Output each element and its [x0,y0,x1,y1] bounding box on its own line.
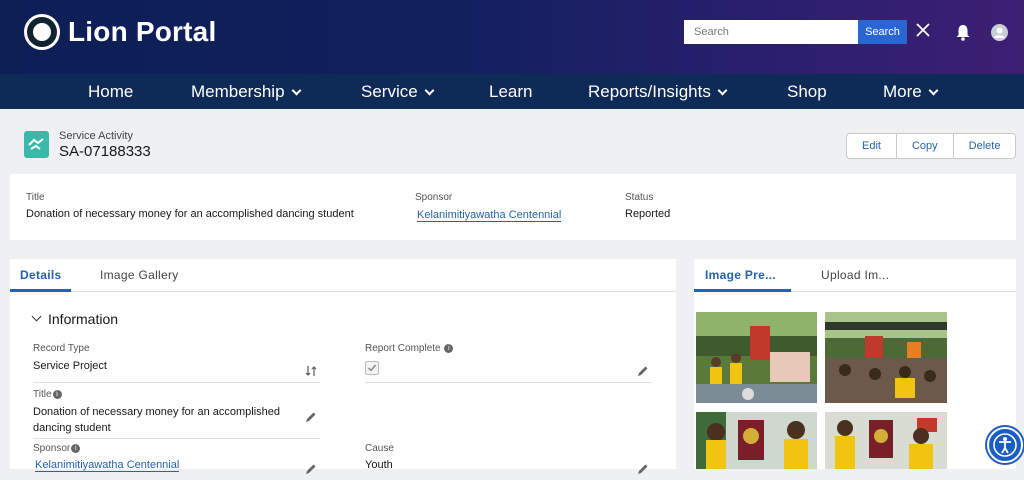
cause-label: Cause [365,443,394,454]
field-divider [33,382,320,383]
gallery-image[interactable] [825,312,947,403]
chevron-down-icon [928,85,939,96]
sponsor-label: Sponsor i [33,443,81,454]
highlight-sponsor-link[interactable]: Kelanimitiyawatha Centennial [417,209,562,222]
active-tab-indicator [10,289,71,292]
brand-title[interactable]: Lion Portal [68,16,216,48]
nav-service-label: Service [361,82,418,101]
highlight-status-value: Reported [625,208,671,220]
cause-value: Youth [365,459,393,471]
nav-more-label: More [883,82,922,101]
nav-shop[interactable]: Shop [787,74,827,109]
highlights-panel: Title Donation of necessary money for an… [10,174,1016,240]
section-information[interactable]: Information [48,311,118,327]
gallery-image[interactable] [825,412,947,469]
search-button[interactable]: Search [858,20,907,44]
nav-learn[interactable]: Learn [489,74,532,109]
avatar[interactable] [991,24,1008,46]
active-tab-indicator [694,289,791,292]
bell-icon[interactable] [955,24,971,46]
highlight-status-label: Status [625,192,654,203]
highlight-sponsor-label: Sponsor [415,192,453,203]
close-icon[interactable] [915,22,931,43]
edit-pencil-icon[interactable] [637,462,649,480]
record-actions: Edit Copy Delete [846,133,1017,159]
chevron-down-icon [717,85,728,96]
record-type-value: Service Project [33,360,107,372]
accessibility-button[interactable] [987,427,1023,463]
nav-membership-label: Membership [191,82,285,101]
top-header: Lion Portal Search [0,0,1024,74]
sponsor-link[interactable]: Kelanimitiyawatha Centennial [35,459,180,472]
edit-button[interactable]: Edit [847,134,896,158]
edit-pencil-icon[interactable] [305,410,317,428]
record-type-heading: Service Activity [59,130,133,142]
nav-home-label: Home [88,82,134,101]
gallery-image[interactable] [696,312,817,403]
change-record-type-icon[interactable] [305,364,317,382]
nav-reports-label: Reports/Insights [588,82,711,101]
nav-more[interactable]: More [883,74,939,109]
sponsor-label-text: Sponsor [33,443,71,454]
record-type-label: Record Type [33,343,90,354]
nav-membership[interactable]: Membership [191,74,301,109]
field-divider [365,382,652,383]
lions-logo[interactable] [24,14,60,50]
tab-image-gallery[interactable]: Image Gallery [100,268,179,282]
title-label-text: Title [33,389,52,400]
service-activity-icon [24,131,49,158]
edit-pencil-icon[interactable] [637,364,649,382]
gallery-image[interactable] [696,412,817,469]
main-nav: Home Membership Service Learn Reports/In… [0,74,1024,109]
nav-service[interactable]: Service [361,74,435,109]
highlight-title-label: Title [26,192,45,203]
tab-details[interactable]: Details [20,268,61,282]
tab-divider [10,291,676,292]
nav-reports[interactable]: Reports/Insights [588,74,728,109]
info-icon[interactable]: i [71,443,81,453]
highlight-title-value: Donation of necessary money for an accom… [26,208,354,220]
title-value-line2: dancing student [33,422,111,434]
edit-pencil-icon[interactable] [305,462,317,480]
report-complete-label-text: Report Complete [365,343,441,354]
search-input[interactable] [684,20,858,44]
chevron-down-icon [291,85,301,96]
field-divider [33,438,320,439]
nav-shop-label: Shop [787,82,827,101]
info-icon[interactable]: i [52,389,62,399]
title-label: Title i [33,389,62,400]
report-complete-label: Report Complete i [365,343,454,354]
report-complete-checkbox [365,361,379,375]
chevron-down-icon [424,85,435,96]
nav-learn-label: Learn [489,82,533,101]
record-id: SA-07188333 [59,143,151,160]
title-value-line1: Donation of necessary money for an accom… [33,406,281,418]
tab-upload-images[interactable]: Upload Im... [821,268,889,282]
delete-button[interactable]: Delete [952,134,1016,158]
info-icon[interactable]: i [444,343,454,353]
accessibility-icon [993,433,1017,457]
copy-button[interactable]: Copy [895,134,953,158]
tab-image-preview[interactable]: Image Pre... [705,268,776,282]
nav-home[interactable]: Home [88,74,133,109]
